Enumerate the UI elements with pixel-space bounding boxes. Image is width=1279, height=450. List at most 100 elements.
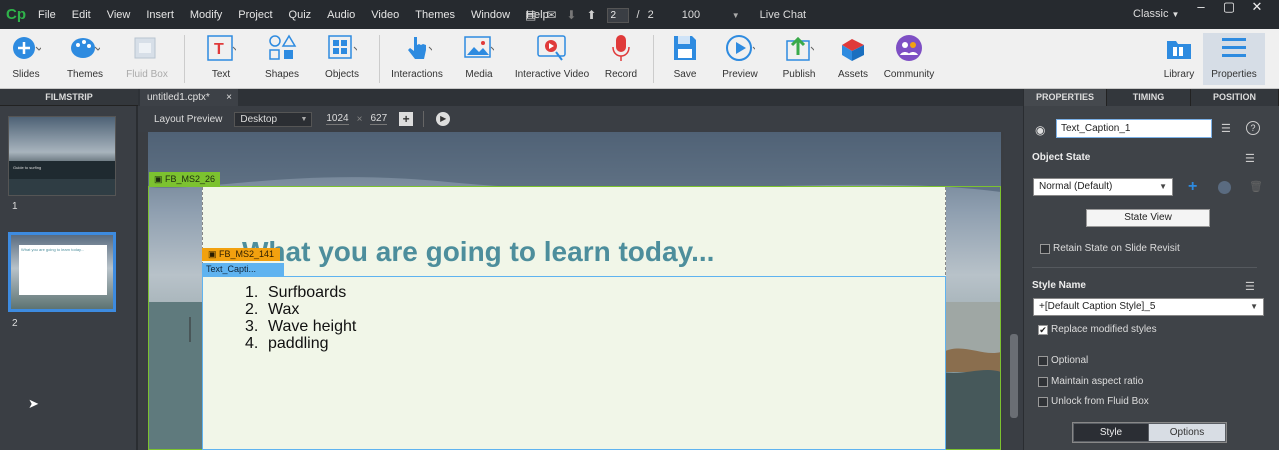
menu-video[interactable]: Video [371, 9, 399, 21]
menu-themes[interactable]: Themes [415, 9, 455, 21]
replace-styles-checkbox[interactable]: ✔ [1038, 325, 1048, 335]
list-item-text: Wax [268, 301, 300, 318]
workspace-label: Classic [1133, 8, 1169, 20]
menu-window[interactable]: Window [471, 9, 510, 21]
slides-button[interactable]: Slides [0, 33, 59, 80]
device-select-value: Desktop [240, 113, 278, 125]
publish-icon [784, 33, 818, 63]
page-current-field[interactable]: 2 [606, 7, 629, 23]
menu-view[interactable]: View [107, 9, 131, 21]
maximize-icon[interactable]: ▢ [1215, 0, 1243, 14]
toolbar-divider [379, 35, 380, 83]
scrollbar-thumb[interactable] [1010, 334, 1018, 418]
menu-project[interactable]: Project [238, 9, 272, 21]
image-icon [464, 33, 498, 63]
fluid-box-tag[interactable]: ▣ FB_MS2_26 [149, 172, 221, 186]
captivate-logo: Cp [6, 5, 26, 23]
tab-timing[interactable]: TIMING [1107, 89, 1191, 106]
arrow-up-icon[interactable]: ⬆ [586, 8, 596, 22]
preview-button[interactable]: Preview [707, 33, 773, 80]
style-tab[interactable]: Style [1074, 424, 1148, 441]
state-view-button[interactable]: State View [1086, 209, 1210, 227]
retain-state-label: Retain State on Slide Revisit [1053, 243, 1180, 254]
properties-button[interactable]: Properties [1203, 33, 1265, 85]
maintain-aspect-checkbox[interactable] [1038, 377, 1048, 387]
state-remove-icon[interactable] [1218, 181, 1231, 194]
document-tab[interactable]: untitled1.cptx* × [140, 89, 238, 106]
chevron-down-icon[interactable]: ▼ [732, 11, 740, 20]
menu-insert[interactable]: Insert [146, 9, 174, 21]
comment-icon[interactable]: ▤ [525, 8, 536, 22]
library-label: Library [1163, 69, 1195, 80]
arrow-down-icon[interactable]: ⬇ [566, 8, 576, 22]
retain-state-checkbox[interactable] [1040, 244, 1050, 254]
objects-button[interactable]: Objects [309, 33, 375, 80]
caption-tag[interactable]: Text_Capti... [202, 263, 284, 276]
media-button[interactable]: Media [446, 33, 512, 80]
minimize-icon[interactable]: – [1187, 0, 1215, 14]
play-icon [725, 33, 760, 63]
document-tabbar: untitled1.cptx* × [138, 89, 1023, 106]
menu-file[interactable]: File [38, 9, 56, 21]
live-chat-link[interactable]: Live Chat [760, 9, 806, 21]
help-icon[interactable]: ? [1246, 121, 1260, 135]
community-button[interactable]: Community [876, 33, 942, 80]
tab-position[interactable]: POSITION [1191, 89, 1279, 106]
slide-thumbnail-1[interactable]: Guide to surfing [8, 116, 116, 196]
menu-audio[interactable]: Audio [327, 9, 355, 21]
interactions-button[interactable]: Interactions [384, 33, 450, 80]
text-icon: T [206, 33, 240, 63]
preview-play-icon[interactable]: ▶ [436, 112, 451, 126]
layout-width-field[interactable]: 1024 [326, 113, 349, 125]
style-menu-icon[interactable]: ☰ [1245, 280, 1255, 293]
visibility-eye-icon[interactable]: ◉ [1035, 123, 1045, 137]
workspace-switcher[interactable]: Classic ▼ [1133, 8, 1179, 20]
filmstrip: Guide to surfing 1 What you are going to… [0, 106, 136, 450]
slide-thumbnail-2[interactable]: What you are going to learn today... [8, 232, 116, 312]
trash-icon[interactable]: 🗑 [1249, 180, 1263, 193]
mouse-cursor-icon: ➤ [28, 396, 39, 411]
mail-icon[interactable]: ✉ [546, 8, 556, 22]
properties-label: Properties [1211, 69, 1257, 80]
zoom-value[interactable]: 100 [682, 9, 732, 21]
fluid-box-button[interactable]: Fluid Box [114, 33, 180, 80]
themes-button[interactable]: Themes [52, 33, 118, 80]
device-select[interactable]: Desktop ▼ [234, 111, 313, 127]
text-label: Text [211, 69, 231, 80]
shapes-button[interactable]: Shapes [249, 33, 315, 80]
tab-close-icon[interactable]: × [226, 89, 232, 106]
style-select[interactable]: +[Default Caption Style]_5 ▼ [1033, 298, 1264, 316]
layout-height-field[interactable]: 627 [370, 113, 388, 125]
thumbnail-content-box [19, 245, 107, 295]
panel-divider[interactable] [136, 106, 138, 450]
add-breakpoint-icon[interactable]: + [399, 112, 414, 126]
tab-properties[interactable]: PROPERTIES [1024, 89, 1107, 106]
replace-styles-label: Replace modified styles [1051, 324, 1157, 335]
unlock-fluid-checkbox[interactable] [1038, 397, 1048, 407]
main-toolbar: Slides Themes Fluid Box T Text Shapes Ob… [0, 29, 1279, 89]
layout-bar-divider [423, 111, 425, 127]
options-tab[interactable]: Options [1149, 424, 1225, 441]
close-icon[interactable]: ✕ [1243, 0, 1271, 14]
state-menu-icon[interactable]: ☰ [1245, 152, 1255, 165]
menu-edit[interactable]: Edit [72, 9, 91, 21]
slide-stage[interactable]: ▣ FB_MS2_26 What you are going to learn … [148, 132, 1001, 450]
menu-quiz[interactable]: Quiz [289, 9, 312, 21]
optional-checkbox[interactable] [1038, 356, 1048, 366]
record-button[interactable]: Record [588, 33, 654, 80]
learning-list[interactable]: 1. Surfboards 2. Wax 3. Wave height 4. paddl… [245, 284, 356, 352]
add-state-icon[interactable]: + [1188, 178, 1197, 196]
thumbnail-heading: What you are going to learn today... [21, 247, 85, 252]
slide-heading[interactable]: What you are going to learn today... [242, 236, 714, 268]
text-button[interactable]: T Text [188, 33, 254, 80]
fluid-box-inner-tag[interactable]: ▣ FB_MS2_141 [202, 248, 281, 261]
object-name-input[interactable]: Text_Caption_1 [1056, 119, 1212, 138]
maintain-aspect-label: Maintain aspect ratio [1051, 376, 1144, 387]
state-select[interactable]: Normal (Default) ▼ [1033, 178, 1173, 196]
stage-vertical-scrollbar[interactable] [1004, 106, 1023, 450]
hand-pointer-icon [402, 33, 436, 63]
menu-modify[interactable]: Modify [190, 9, 222, 21]
list-options-icon[interactable]: ☰ [1221, 122, 1231, 135]
section-divider [1032, 267, 1257, 268]
interactive-video-button[interactable]: Interactive Video [511, 33, 593, 80]
